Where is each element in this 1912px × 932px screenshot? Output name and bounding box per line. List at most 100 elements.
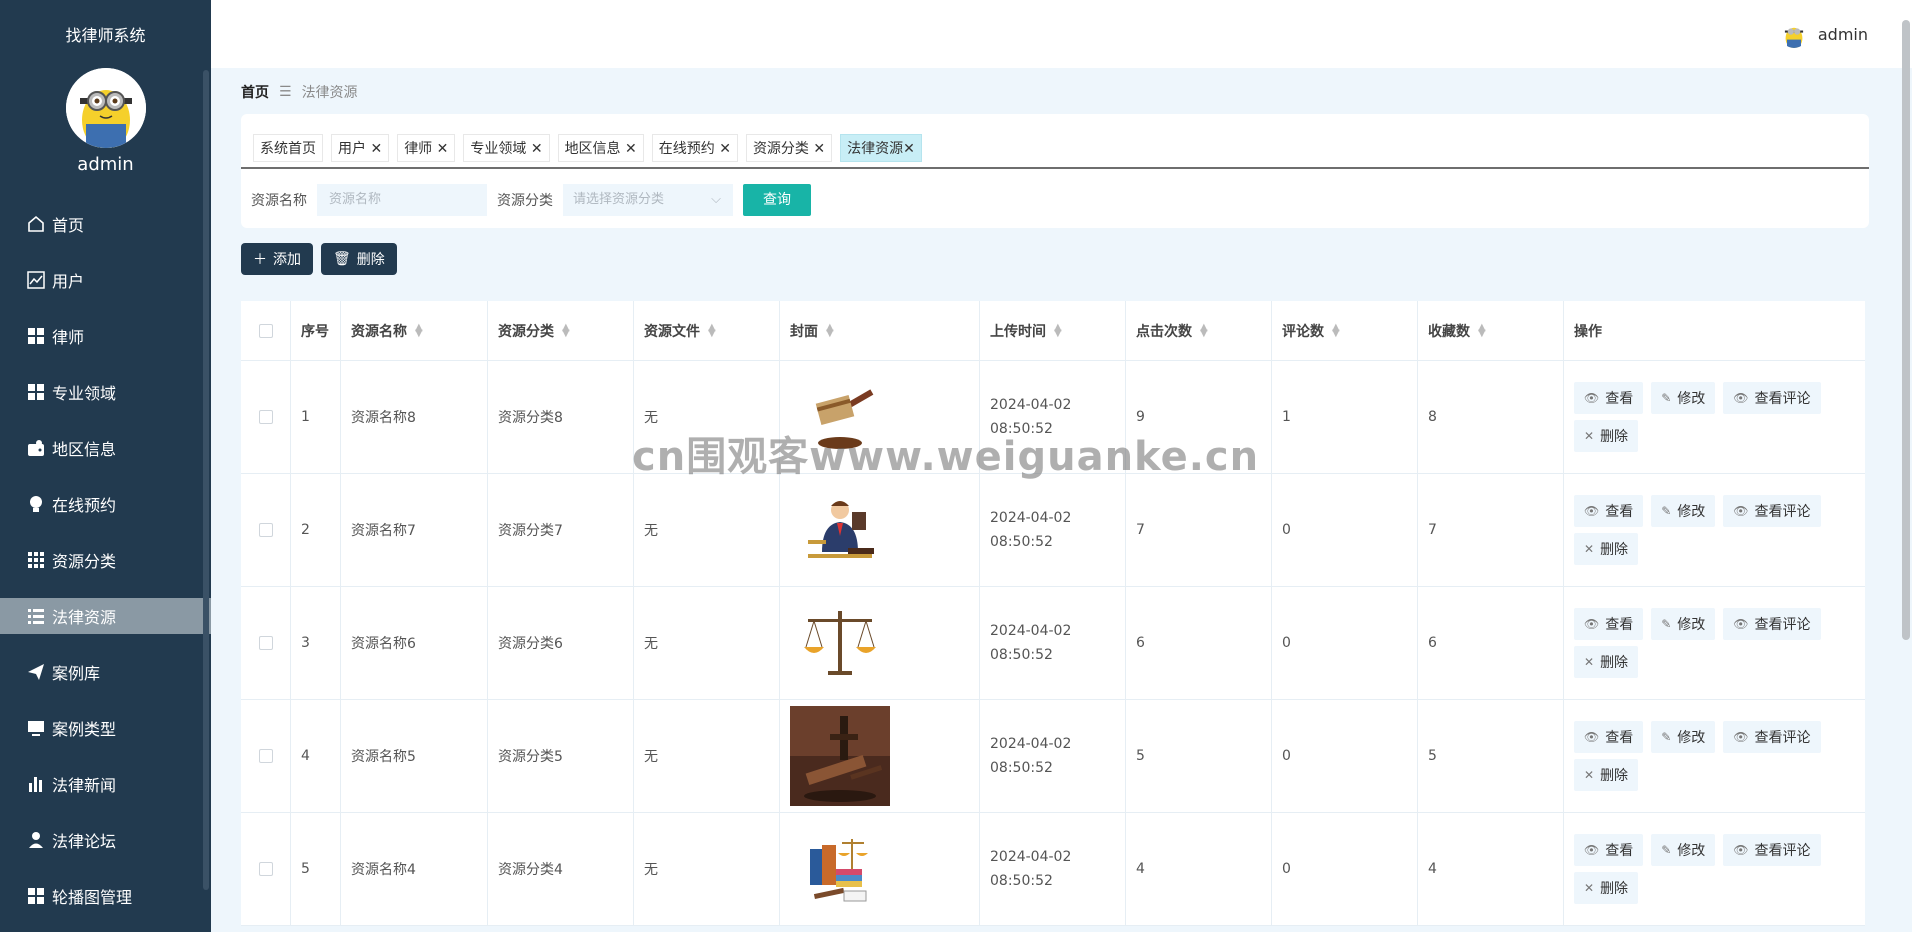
close-icon[interactable]: ✕ <box>370 141 382 157</box>
sidebar-item-forum[interactable]: 法律论坛 <box>0 812 211 868</box>
cell-comments: 0 <box>1272 474 1418 586</box>
tab-users[interactable]: 用户 ✕ <box>331 134 390 162</box>
edit-button[interactable]: ✎ 修改 <box>1651 834 1716 866</box>
sort-icon[interactable]: ▲ ▼ <box>826 322 834 338</box>
trash-icon: 🗑 <box>333 251 351 267</box>
cover-image-lawyer[interactable] <box>790 480 890 580</box>
sidebar-item-users[interactable]: 用户 <box>0 252 211 308</box>
resource-name-input[interactable]: 资源名称 <box>317 184 487 216</box>
tab-system-home[interactable]: 系统首页 <box>253 134 323 162</box>
row-checkbox[interactable] <box>258 523 273 537</box>
delete-row-button[interactable]: ✕ 删除 <box>1574 872 1639 904</box>
row-checkbox[interactable] <box>258 410 273 424</box>
cell-actions: 👁 查看 ✎ 修改 👁 查看评论 ✕ 删除 <box>1564 361 1855 473</box>
view-comments-button[interactable]: 👁 查看评论 <box>1723 608 1821 640</box>
row-checkbox[interactable] <box>258 862 273 876</box>
close-icon[interactable]: ✕ <box>531 141 543 157</box>
close-icon[interactable]: ✕ <box>903 141 915 157</box>
cover-image-books[interactable] <box>790 819 890 919</box>
page-scrollbar[interactable] <box>1902 20 1910 640</box>
tab-fields[interactable]: 专业领域 ✕ <box>463 134 550 162</box>
header-cover[interactable]: 封面 ▲ ▼ <box>780 301 980 360</box>
tab-legal-resources[interactable]: 法律资源✕ <box>840 134 922 162</box>
edit-button[interactable]: ✎ 修改 <box>1651 721 1716 753</box>
op-label: 删除 <box>1600 429 1629 445</box>
edit-button[interactable]: ✎ 修改 <box>1651 382 1716 414</box>
sort-icon[interactable]: ▲ ▼ <box>708 322 716 338</box>
query-button[interactable]: 查询 <box>743 184 811 216</box>
sidebar-item-case-types[interactable]: 案例类型 <box>0 700 211 756</box>
header-time[interactable]: 上传时间 ▲ ▼ <box>980 301 1126 360</box>
row-checkbox[interactable] <box>258 636 273 650</box>
sort-icon[interactable]: ▲ ▼ <box>1332 322 1340 338</box>
header-category[interactable]: 资源分类 ▲ ▼ <box>488 301 634 360</box>
view-button[interactable]: 👁 查看 <box>1574 608 1644 640</box>
cell-name: 资源名称4 <box>341 813 488 925</box>
delete-row-button[interactable]: ✕ 删除 <box>1574 420 1639 452</box>
user-menu[interactable]: admin <box>1779 20 1868 48</box>
sort-icon[interactable]: ▲ ▼ <box>1478 322 1486 338</box>
breadcrumb-home[interactable]: 首页 <box>241 82 269 102</box>
view-button[interactable]: 👁 查看 <box>1574 721 1644 753</box>
avatar <box>1779 20 1808 48</box>
row-select-cell <box>241 474 291 586</box>
header-comments[interactable]: 评论数 ▲ ▼ <box>1272 301 1418 360</box>
view-comments-button[interactable]: 👁 查看评论 <box>1723 834 1821 866</box>
view-button[interactable]: 👁 查看 <box>1574 834 1644 866</box>
close-icon[interactable]: ✕ <box>625 141 637 157</box>
edit-icon: ✎ <box>1661 504 1672 518</box>
delete-row-button[interactable]: ✕ 删除 <box>1574 759 1639 791</box>
header-favorites[interactable]: 收藏数 ▲ ▼ <box>1418 301 1564 360</box>
sidebar-item-home[interactable]: 首页 <box>0 196 211 252</box>
sidebar-item-booking[interactable]: 在线预约 <box>0 476 211 532</box>
sidebar-item-legal-resources[interactable]: 法律资源 <box>0 598 211 634</box>
add-button[interactable]: ＋ 添加 <box>241 243 313 275</box>
sidebar-item-regions[interactable]: 地区信息 <box>0 420 211 476</box>
sort-icon[interactable]: ▲ ▼ <box>562 322 570 338</box>
op-label: 修改 <box>1677 730 1706 746</box>
sidebar-item-fields[interactable]: 专业领域 <box>0 364 211 420</box>
cover-image-scales[interactable] <box>790 593 890 693</box>
header-label: 封面 <box>790 323 818 340</box>
view-comments-button[interactable]: 👁 查看评论 <box>1723 382 1821 414</box>
row-checkbox[interactable] <box>258 749 273 763</box>
tags-search-panel: 系统首页 用户 ✕ 律师 ✕ 专业领域 ✕ 地区信息 ✕ 在线预约 ✕ 资源分类… <box>241 114 1869 228</box>
avatar <box>66 68 146 148</box>
cover-image-gavel-photo[interactable] <box>790 706 890 806</box>
sidebar-item-resource-category[interactable]: 资源分类 <box>0 532 211 588</box>
delete-button[interactable]: 🗑 删除 <box>321 243 397 275</box>
header-name[interactable]: 资源名称 ▲ ▼ <box>341 301 488 360</box>
close-icon[interactable]: ✕ <box>719 141 731 157</box>
sidebar-scrollbar[interactable] <box>203 70 209 890</box>
apps-icon <box>26 550 46 570</box>
view-comments-button[interactable]: 👁 查看评论 <box>1723 721 1821 753</box>
close-icon: ✕ <box>1584 542 1595 556</box>
sidebar-item-cases[interactable]: 案例库 <box>0 644 211 700</box>
header-file[interactable]: 资源文件 ▲ ▼ <box>634 301 780 360</box>
view-button[interactable]: 👁 查看 <box>1574 495 1644 527</box>
view-button[interactable]: 👁 查看 <box>1574 382 1644 414</box>
close-icon[interactable]: ✕ <box>437 141 449 157</box>
header-label: 点击次数 <box>1136 323 1192 340</box>
resource-category-select[interactable]: 请选择资源分类 ⌵ <box>563 184 733 216</box>
edit-button[interactable]: ✎ 修改 <box>1651 608 1716 640</box>
tab-regions[interactable]: 地区信息 ✕ <box>557 134 644 162</box>
delete-row-button[interactable]: ✕ 删除 <box>1574 533 1639 565</box>
tab-booking[interactable]: 在线预约 ✕ <box>651 134 738 162</box>
tab-lawyers[interactable]: 律师 ✕ <box>397 134 456 162</box>
close-icon[interactable]: ✕ <box>813 141 825 157</box>
view-comments-button[interactable]: 👁 查看评论 <box>1723 495 1821 527</box>
sidebar-item-carousel[interactable]: 轮播图管理 <box>0 868 211 924</box>
sort-icon[interactable]: ▲ ▼ <box>1200 322 1208 338</box>
sidebar: 找律师系统 admin 首页 用户 律师 专业领域 地区信息 在线预约 资源分类… <box>0 0 211 932</box>
edit-button[interactable]: ✎ 修改 <box>1651 495 1716 527</box>
sort-icon[interactable]: ▲ ▼ <box>415 322 423 338</box>
cell-actions: 👁 查看 ✎ 修改 👁 查看评论 ✕ 删除 <box>1564 474 1855 586</box>
sidebar-item-lawyers[interactable]: 律师 <box>0 308 211 364</box>
sort-icon[interactable]: ▲ ▼ <box>1054 322 1062 338</box>
sidebar-item-news[interactable]: 法律新闻 <box>0 756 211 812</box>
tab-resource-category[interactable]: 资源分类 ✕ <box>745 134 833 162</box>
select-all-checkbox[interactable] <box>258 323 273 338</box>
delete-row-button[interactable]: ✕ 删除 <box>1574 646 1639 678</box>
header-clicks[interactable]: 点击次数 ▲ ▼ <box>1126 301 1272 360</box>
